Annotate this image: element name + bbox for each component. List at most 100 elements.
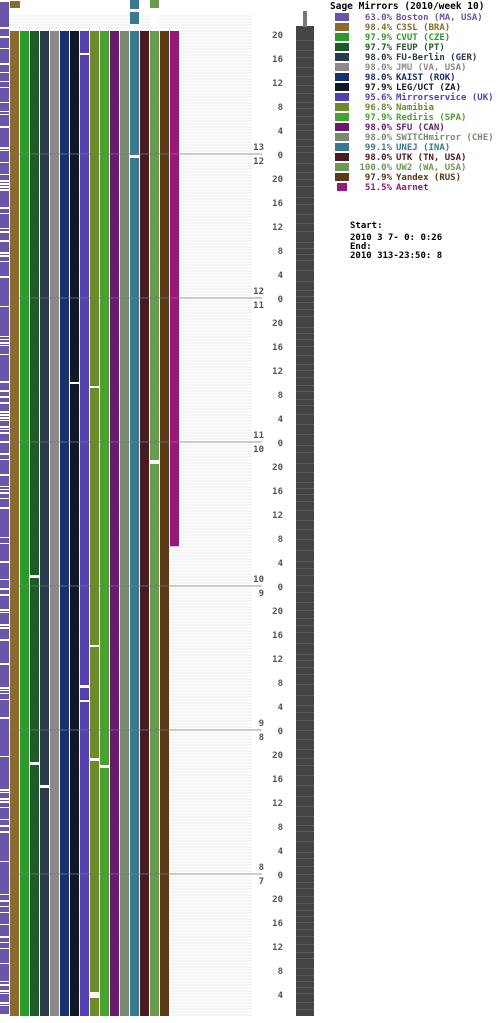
mirror-outage [30, 762, 39, 765]
summary-tick [296, 561, 314, 562]
summary-tick [296, 302, 314, 303]
boston-outage [0, 147, 9, 149]
boston-outage [0, 180, 9, 182]
summary-tick [296, 355, 314, 356]
legend-percent: 51.5% [365, 183, 393, 193]
boston-outage [0, 189, 9, 191]
legend-swatch [335, 163, 349, 171]
summary-tick [296, 333, 314, 334]
y-tick-label: 4 [278, 415, 284, 425]
legend-swatch [335, 23, 349, 31]
day-label: 10 [253, 575, 264, 585]
boston-outage [0, 717, 9, 719]
summary-tick [296, 424, 314, 425]
boston-outage [0, 594, 9, 596]
boston-outage [0, 81, 9, 82]
summary-tick [296, 882, 314, 883]
boston-outage [0, 936, 9, 938]
mirror-column [50, 31, 59, 1016]
boston-outage [0, 126, 9, 128]
y-tick-label: 4 [278, 559, 284, 569]
legend-percent: 97.9% [365, 33, 393, 43]
boston-outage [0, 798, 9, 800]
summary-tick [296, 364, 314, 365]
legend-percent: 98.0% [365, 133, 393, 143]
boston-outage [0, 690, 9, 691]
mirror-column [150, 0, 159, 1016]
summary-tick [296, 346, 314, 347]
mirror-outage [90, 992, 99, 998]
boston-outage [0, 825, 9, 827]
mirror-column [80, 31, 89, 1016]
legend-percent: 97.9% [365, 83, 393, 93]
uptime-chart: 20 16 12 8 4 0 13 12 20 16 12 8 4 0 12 11 20 16 12 8 4 0 11 10 2… [0, 0, 500, 1018]
legend-name: FU-Berlin (GER) [396, 52, 477, 63]
y-tick-label: 20 [272, 463, 283, 473]
summary-tick [296, 568, 314, 569]
mirror-outage [40, 785, 49, 788]
legend-swatch [335, 113, 349, 121]
legend-name: Namibia [396, 102, 434, 113]
summary-tick [296, 632, 314, 633]
day-label: 9 [259, 589, 264, 599]
legend-percent: 97.7% [365, 43, 393, 53]
summary-tick [296, 654, 314, 655]
boston-outage [0, 342, 9, 344]
mirror-outage [80, 53, 89, 55]
boston-outage [0, 963, 9, 964]
summary-tick [296, 93, 314, 94]
summary-tick [296, 391, 314, 392]
boston-outage [0, 486, 9, 487]
summary-tick [296, 929, 314, 930]
boston-outage [0, 906, 9, 907]
summary-tick [296, 975, 314, 976]
summary-tick [296, 76, 314, 77]
legend-swatch [335, 143, 349, 151]
legend-name: CVUT (CZE) [396, 33, 450, 43]
mirror-outage [90, 386, 99, 388]
boston-outage [0, 861, 9, 862]
boston-outage [0, 807, 9, 808]
summary-tick [296, 529, 314, 530]
mirror-column [10, 31, 19, 1016]
mirror-outage [100, 765, 109, 768]
legend-name: Rediris (SPA) [396, 112, 466, 123]
boston-outage [0, 183, 9, 185]
day-label: 8 [259, 863, 264, 873]
summary-tick [296, 944, 314, 945]
boston-outage [0, 474, 9, 476]
boston-outage [0, 687, 9, 689]
summary-tick [296, 712, 314, 713]
legend-name: Mirrorservice (UK) [396, 92, 494, 103]
boston-outage [0, 993, 9, 994]
y-tick-label: 8 [278, 535, 283, 545]
summary-tick [296, 50, 314, 51]
legend-name: JMU (VA, USA) [396, 63, 466, 73]
legend-name: UW2 (WA, USA) [396, 163, 466, 173]
legend-swatch [335, 83, 349, 91]
summary-tick [296, 720, 314, 721]
legend-percent: 98.0% [365, 73, 393, 83]
boston-outage [0, 693, 9, 694]
y-tick-label: 4 [278, 127, 284, 137]
legend-swatch [335, 153, 349, 161]
legend-swatch [335, 53, 349, 61]
y-tick-label: 0 [278, 151, 283, 161]
legend-swatch [335, 73, 349, 81]
summary-tick [296, 197, 314, 198]
legend-percent: 98.4% [365, 23, 393, 33]
y-tick-label: 0 [278, 295, 283, 305]
summary-tick [296, 936, 314, 937]
mirror-column [20, 31, 29, 1016]
legend-percent: 96.8% [365, 103, 393, 113]
summary-tick [296, 952, 314, 953]
boston-outage [0, 114, 9, 115]
summary-tick [296, 370, 314, 371]
legend-percent: 98.0% [365, 53, 393, 63]
mirror-column [110, 31, 119, 1016]
legend-percent: 99.1% [365, 143, 393, 153]
day-label: 7 [259, 877, 264, 887]
summary-tick [296, 40, 314, 41]
boston-outage [0, 942, 9, 943]
day-label: 9 [259, 719, 264, 729]
